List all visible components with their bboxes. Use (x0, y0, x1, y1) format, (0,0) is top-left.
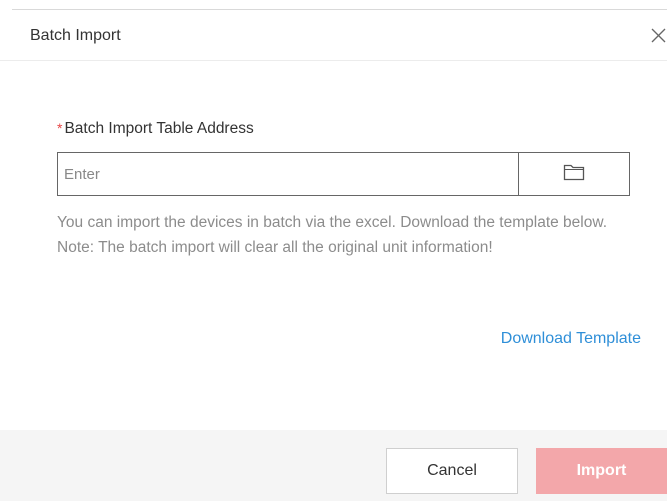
field-label-text: Batch Import Table Address (64, 120, 254, 137)
dialog-title: Batch Import (30, 27, 121, 44)
field-label: * Batch Import Table Address (57, 120, 254, 138)
table-address-input[interactable] (57, 152, 519, 196)
batch-import-dialog: Batch Import * Batch Import Table Address… (0, 0, 667, 501)
download-template-link[interactable]: Download Template (501, 330, 641, 348)
browse-button[interactable] (518, 152, 630, 196)
folder-icon (563, 163, 585, 186)
dialog-header: Batch Import (0, 10, 667, 61)
help-text: You can import the devices in batch via … (57, 214, 608, 256)
import-button[interactable]: Import (536, 448, 667, 494)
close-icon[interactable] (650, 27, 667, 44)
required-mark: * (57, 120, 63, 136)
cancel-button[interactable]: Cancel (386, 448, 518, 494)
